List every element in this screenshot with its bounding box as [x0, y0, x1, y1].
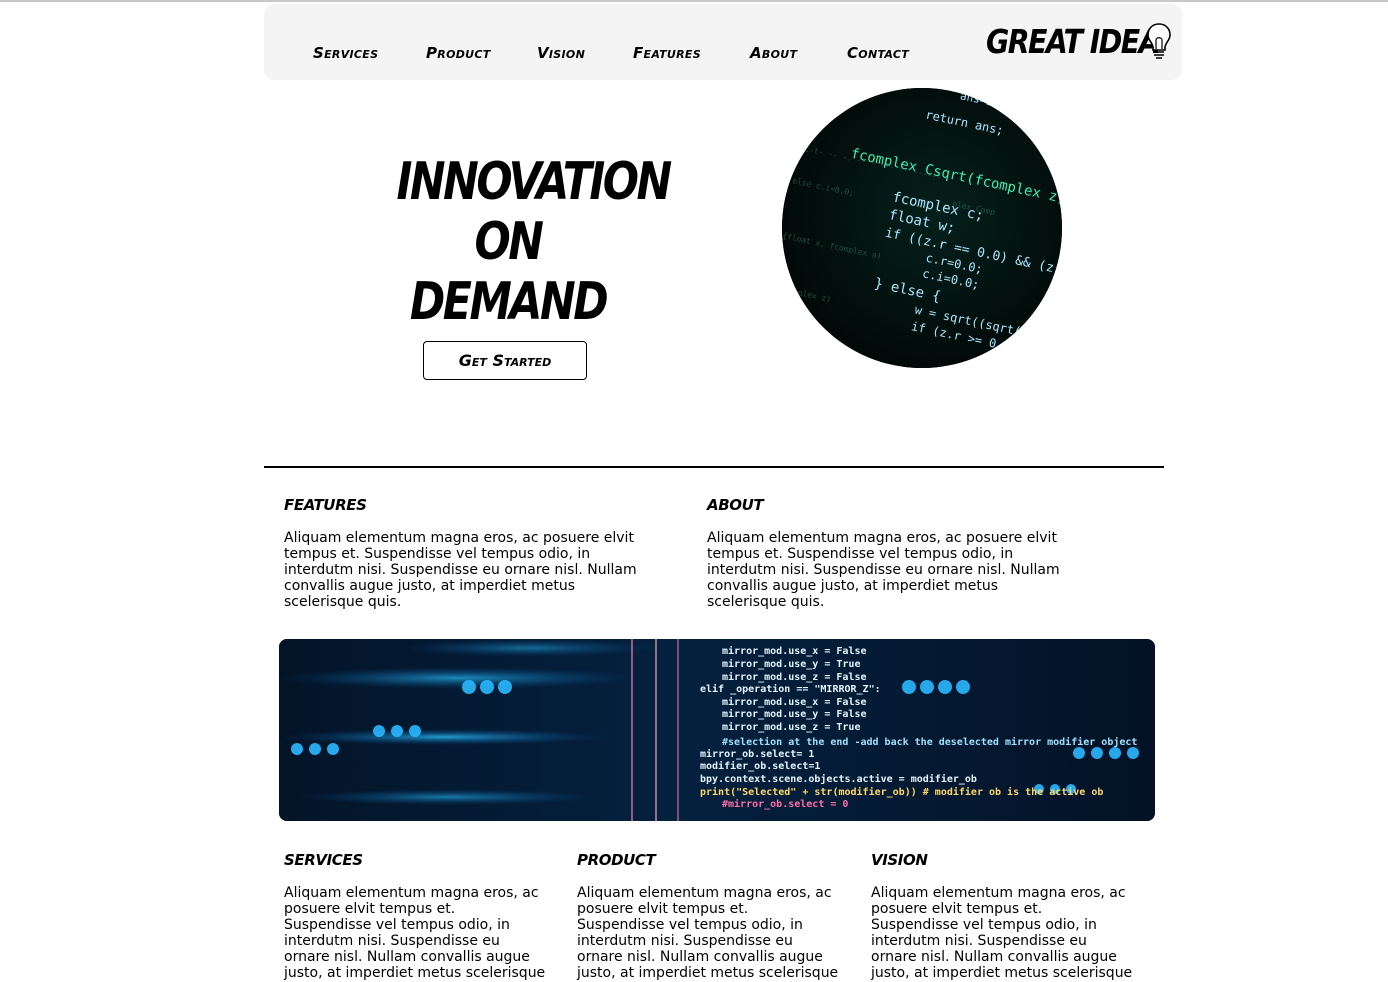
hero-title-line: INNOVATION: [396, 152, 672, 212]
banner-code-line: print("Selected" + str(modifier_ob)) # m…: [700, 786, 1103, 798]
section-body-about: Aliquam elementum magna eros, ac posuere…: [707, 530, 1060, 610]
banner-code-line: mirror_ob.select= 1: [700, 748, 814, 760]
banner-code-line: #mirror_ob.select = 0: [722, 798, 848, 810]
section-body-services: Aliquam elementum magna eros, ac posuere…: [284, 885, 546, 982]
hero-title-line: ON: [474, 212, 543, 272]
nav-link-about[interactable]: About: [750, 44, 797, 62]
hero-code-image: ak-c-t- -- -. -- - --- -- ------ {float …: [782, 88, 1062, 368]
get-started-button[interactable]: Get Started: [423, 341, 587, 380]
banner-code-line: elif _operation == "MIRROR_Z":: [700, 683, 881, 695]
banner-code-line: mirror_mod.use_y = False: [722, 708, 867, 720]
hero-title: INNOVATION ON DEMAND: [372, 152, 672, 332]
section-body-features: Aliquam elementum magna eros, ac posuere…: [284, 530, 637, 610]
banner-code-line: mirror_mod.use_z = True: [722, 721, 860, 733]
nav-link-product[interactable]: Product: [426, 44, 491, 62]
section-title-product: PRODUCT: [577, 851, 656, 869]
window-top-border: [0, 0, 1388, 2]
banner-code-line: bpy.context.scene.objects.active = modif…: [700, 773, 977, 785]
nav-link-services[interactable]: Services: [313, 44, 378, 62]
logo-text: GREAT IDEA: [986, 22, 1161, 61]
banner-code-comment: #selection at the end -add back the dese…: [722, 736, 1137, 748]
section-title-services: SERVICES: [284, 851, 363, 869]
code-banner-image: mirror_mod.use_x = False mirror_mod.use_…: [279, 639, 1155, 821]
logo[interactable]: GREAT IDEA: [986, 22, 1176, 66]
section-title-about: ABOUT: [707, 496, 764, 514]
hero-title-line: DEMAND: [409, 272, 609, 332]
banner-code-line: mirror_mod.use_y = True: [722, 658, 860, 670]
hero-code-graphic: ak-c-t- -- -. -- - --- -- ------ {float …: [782, 88, 1062, 368]
nav-link-vision[interactable]: Vision: [537, 44, 585, 62]
section-body-product: Aliquam elementum magna eros, ac posuere…: [577, 885, 839, 982]
banner-code-line: mirror_mod.use_z = False: [722, 671, 867, 683]
navbar: Services Product Vision Features About C…: [264, 4, 1182, 80]
nav-link-features[interactable]: Features: [633, 44, 701, 62]
code-banner-graphic: mirror_mod.use_x = False mirror_mod.use_…: [279, 639, 1155, 821]
section-body-vision: Aliquam elementum magna eros, ac posuere…: [871, 885, 1133, 982]
banner-code-line: mirror_mod.use_x = False: [722, 645, 867, 657]
section-title-features: FEATURES: [284, 496, 367, 514]
section-divider: [264, 466, 1164, 468]
section-title-vision: VISION: [871, 851, 928, 869]
banner-code-line: mirror_mod.use_x = False: [722, 696, 867, 708]
nav-links: Services Product Vision Features About C…: [264, 44, 964, 68]
page: Services Product Vision Features About C…: [0, 0, 1388, 982]
banner-code-line: modifier_ob.select=1: [700, 760, 820, 772]
nav-link-contact[interactable]: Contact: [847, 44, 909, 62]
lightbulb-icon: [1147, 23, 1171, 59]
